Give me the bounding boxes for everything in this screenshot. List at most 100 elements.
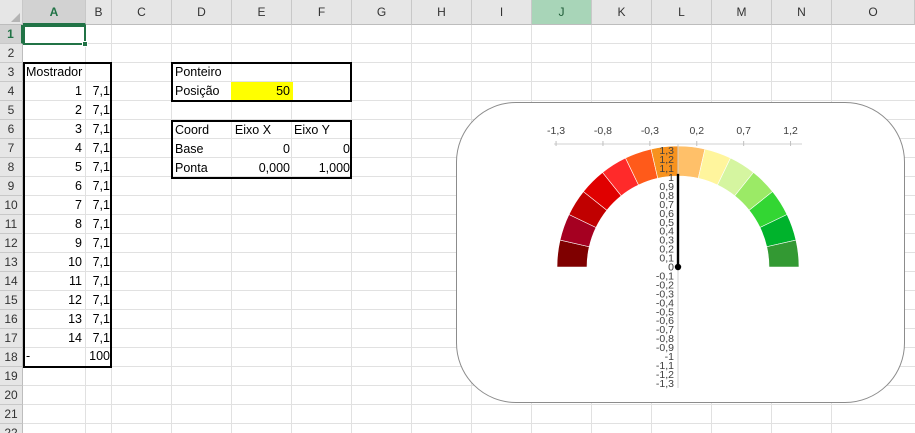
x-tick-label: 1,2 bbox=[783, 125, 798, 137]
column-header-o[interactable]: O bbox=[832, 0, 915, 25]
mostrador-header[interactable]: Mostrador bbox=[26, 63, 96, 82]
coord-row-base-y[interactable]: 0 bbox=[292, 140, 350, 159]
mostrador-value[interactable]: 7,1 bbox=[84, 158, 110, 177]
fill-handle[interactable] bbox=[82, 41, 88, 47]
row-header-10[interactable]: 10 bbox=[0, 196, 23, 215]
mostrador-total-value[interactable]: 100 bbox=[80, 347, 110, 366]
x-tick-label: 0,7 bbox=[736, 125, 751, 137]
ponteiro-title[interactable]: Ponteiro bbox=[175, 63, 255, 82]
column-header-a[interactable]: A bbox=[23, 0, 86, 25]
x-tick-label: -0,3 bbox=[641, 125, 659, 137]
mostrador-value[interactable]: 7,1 bbox=[84, 139, 110, 158]
row-header-9[interactable]: 9 bbox=[0, 177, 23, 196]
mostrador-index[interactable]: 2 bbox=[40, 101, 82, 120]
row-header-20[interactable]: 20 bbox=[0, 386, 23, 405]
coord-header[interactable]: Coord bbox=[175, 121, 225, 140]
mostrador-index[interactable]: 14 bbox=[40, 329, 82, 348]
coord-header-eixo-y[interactable]: Eixo Y bbox=[290, 121, 334, 140]
gauge-chart-svg: -1,3 -0,8 -0,3 0,2 0,7 1,21,31,21,110,90,80,7… bbox=[547, 125, 802, 390]
coord-row-base-x[interactable]: 0 bbox=[231, 140, 290, 159]
row-header-6[interactable]: 6 bbox=[0, 120, 23, 139]
x-tick-label: 0,2 bbox=[689, 125, 704, 137]
select-all-triangle-icon bbox=[11, 13, 20, 22]
column-header-m[interactable]: M bbox=[712, 0, 772, 25]
row-header-3[interactable]: 3 bbox=[0, 63, 23, 82]
gridline-row bbox=[23, 81, 915, 82]
column-header-g[interactable]: G bbox=[352, 0, 412, 25]
row-header-11[interactable]: 11 bbox=[0, 215, 23, 234]
row-header-12[interactable]: 12 bbox=[0, 234, 23, 253]
row-header-18[interactable]: 18 bbox=[0, 348, 23, 367]
column-header-j[interactable]: J bbox=[532, 0, 592, 25]
gridline-row bbox=[23, 43, 915, 44]
gridline-row bbox=[23, 100, 915, 101]
row-header-7[interactable]: 7 bbox=[0, 139, 23, 158]
row-header-4[interactable]: 4 bbox=[0, 82, 23, 101]
column-header-c[interactable]: C bbox=[112, 0, 172, 25]
mostrador-value[interactable]: 7,1 bbox=[84, 177, 110, 196]
mostrador-value[interactable]: 7,1 bbox=[84, 82, 110, 101]
gridline-row bbox=[23, 62, 915, 63]
row-header-17[interactable]: 17 bbox=[0, 329, 23, 348]
mostrador-value[interactable]: 7,1 bbox=[84, 291, 110, 310]
mostrador-index[interactable]: 1 bbox=[40, 82, 82, 101]
mostrador-index[interactable]: 10 bbox=[40, 253, 82, 272]
column-header-e[interactable]: E bbox=[232, 0, 292, 25]
spreadsheet-grid[interactable]: ABCDEFGHIJKLMNO 1 2 3 4 5 6 7 8 9 10 11 12 13 14 15 16 1… bbox=[0, 0, 915, 433]
mostrador-value[interactable]: 7,1 bbox=[84, 272, 110, 291]
row-header-21[interactable]: 21 bbox=[0, 405, 23, 424]
column-header-d[interactable]: D bbox=[172, 0, 232, 25]
column-header-b[interactable]: B bbox=[86, 0, 112, 25]
row-header-2[interactable]: 2 bbox=[0, 44, 23, 63]
mostrador-total-label[interactable]: - bbox=[26, 347, 46, 366]
column-header-l[interactable]: L bbox=[652, 0, 712, 25]
row-header-5[interactable]: 5 bbox=[0, 101, 23, 120]
x-tick-label: -1,3 bbox=[547, 125, 565, 137]
column-header-h[interactable]: H bbox=[412, 0, 472, 25]
mostrador-value[interactable]: 7,1 bbox=[84, 120, 110, 139]
mostrador-index[interactable]: 4 bbox=[40, 139, 82, 158]
mostrador-index[interactable]: 8 bbox=[40, 215, 82, 234]
column-header-f[interactable]: F bbox=[292, 0, 352, 25]
mostrador-index[interactable]: 13 bbox=[40, 310, 82, 329]
mostrador-value[interactable]: 7,1 bbox=[84, 101, 110, 120]
column-header-i[interactable]: I bbox=[472, 0, 532, 25]
coord-row-base-label[interactable]: Base bbox=[175, 140, 225, 159]
row-header-13[interactable]: 13 bbox=[0, 253, 23, 272]
mostrador-index[interactable]: 12 bbox=[40, 291, 82, 310]
position-label[interactable]: Posição bbox=[175, 82, 235, 101]
mostrador-index[interactable]: 7 bbox=[40, 196, 82, 215]
gauge-chart[interactable]: -1,3 -0,8 -0,3 0,2 0,7 1,2 1,3 1,2 1,1 1 0,9 0,8 0,7… bbox=[456, 102, 905, 403]
x-tick-label: -0,8 bbox=[594, 125, 612, 137]
column-header-k[interactable]: K bbox=[592, 0, 652, 25]
gridline-col bbox=[411, 25, 412, 433]
mostrador-index[interactable]: 9 bbox=[40, 234, 82, 253]
row-header-15[interactable]: 15 bbox=[0, 291, 23, 310]
mostrador-value[interactable]: 7,1 bbox=[84, 253, 110, 272]
select-all-corner[interactable] bbox=[0, 0, 23, 25]
mostrador-value[interactable]: 7,1 bbox=[84, 329, 110, 348]
mostrador-index[interactable]: 5 bbox=[40, 158, 82, 177]
row-header-8[interactable]: 8 bbox=[0, 158, 23, 177]
row-header-22[interactable]: 22 bbox=[0, 424, 23, 433]
y-tick-label: -1,3 bbox=[656, 378, 674, 390]
gridline-row bbox=[23, 404, 915, 405]
row-header-1[interactable]: 1 bbox=[0, 25, 23, 44]
coord-header-eixo-x[interactable]: Eixo X bbox=[231, 121, 275, 140]
mostrador-index[interactable]: 3 bbox=[40, 120, 82, 139]
mostrador-index[interactable]: 6 bbox=[40, 177, 82, 196]
row-header-19[interactable]: 19 bbox=[0, 367, 23, 386]
mostrador-value[interactable]: 7,1 bbox=[84, 310, 110, 329]
mostrador-value[interactable]: 7,1 bbox=[84, 196, 110, 215]
coord-row-ponta-label[interactable]: Ponta bbox=[175, 159, 225, 178]
active-cell-A1[interactable] bbox=[23, 25, 86, 45]
mostrador-index[interactable]: 11 bbox=[40, 272, 82, 291]
mostrador-value[interactable]: 7,1 bbox=[84, 215, 110, 234]
mostrador-value[interactable]: 7,1 bbox=[84, 234, 110, 253]
row-header-16[interactable]: 16 bbox=[0, 310, 23, 329]
column-header-n[interactable]: N bbox=[772, 0, 832, 25]
coord-row-ponta-y[interactable]: 1,000 bbox=[292, 159, 350, 178]
coord-row-ponta-x[interactable]: 0,000 bbox=[231, 159, 290, 178]
row-header-14[interactable]: 14 bbox=[0, 272, 23, 291]
position-value[interactable]: 50 bbox=[231, 82, 290, 101]
